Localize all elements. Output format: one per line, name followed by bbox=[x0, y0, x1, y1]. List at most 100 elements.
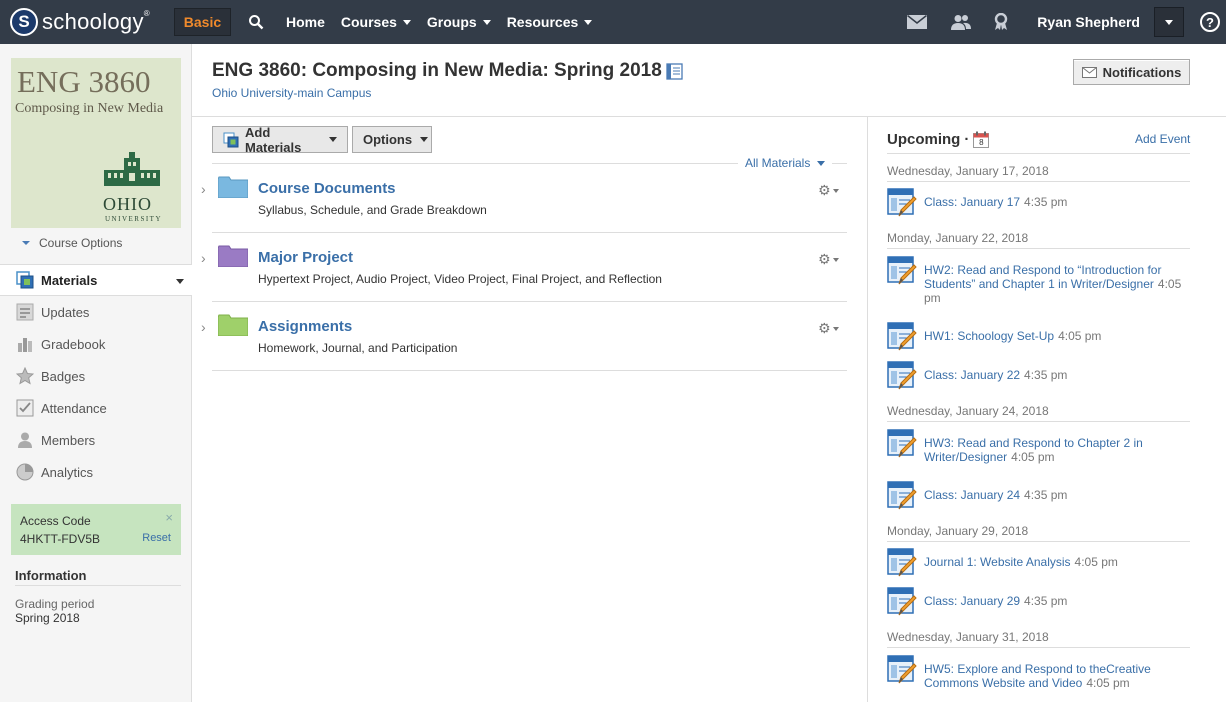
nav-resources-label: Resources bbox=[506, 14, 579, 30]
upcoming-event-time: 4:35 pm bbox=[1024, 488, 1068, 502]
upcoming-event-time: 4:05 pm bbox=[1058, 329, 1102, 343]
sidebar-item-analytics[interactable]: Analytics bbox=[0, 456, 192, 488]
chevron-right-icon[interactable]: › bbox=[201, 181, 206, 197]
upcoming-event-text: HW1: Schoology Set-Up 4:05 pm bbox=[924, 329, 1190, 343]
upcoming-event-title[interactable]: HW2: Read and Respond to “Introduction f… bbox=[924, 263, 1161, 291]
options-label: Options bbox=[363, 132, 413, 147]
add-materials-button[interactable]: Add Materials bbox=[212, 124, 348, 155]
notifications-ribbon-icon[interactable] bbox=[993, 12, 1009, 31]
nav-home[interactable]: Home bbox=[286, 14, 325, 30]
chevron-down-icon bbox=[584, 19, 593, 25]
upcoming-event-title[interactable]: HW1: Schoology Set-Up bbox=[924, 329, 1054, 343]
sidebar-item-gradebook[interactable]: Gradebook bbox=[0, 328, 192, 360]
header-divider bbox=[192, 116, 1226, 117]
assignment-icon bbox=[887, 548, 917, 581]
folder-title[interactable]: Course Documents bbox=[258, 180, 396, 197]
gear-icon[interactable]: ⚙ bbox=[818, 320, 839, 337]
sidebar-item-members[interactable]: Members bbox=[0, 424, 192, 456]
sidebar-item-label: Members bbox=[41, 432, 96, 448]
user-menu-dropdown[interactable] bbox=[1154, 7, 1184, 37]
sidebar-item-label: Analytics bbox=[41, 464, 94, 480]
course-options-toggle[interactable]: Course Options bbox=[22, 236, 122, 250]
upcoming-event-title[interactable]: Class: January 22 bbox=[924, 368, 1020, 382]
updates-icon bbox=[15, 303, 35, 321]
folder-title[interactable]: Assignments bbox=[258, 318, 352, 335]
sidebar-item-materials[interactable]: Materials bbox=[0, 264, 192, 296]
upcoming-event-text: HW5: Explore and Respond to theCreative … bbox=[924, 662, 1190, 690]
assignment-icon bbox=[887, 188, 917, 221]
access-code-reset-link[interactable]: Reset bbox=[142, 532, 171, 544]
assignment-icon bbox=[887, 361, 917, 394]
close-icon[interactable]: × bbox=[165, 510, 173, 525]
upcoming-event-title[interactable]: Journal 1: Website Analysis bbox=[924, 555, 1071, 569]
upcoming-event-text: HW3: Read and Respond to Chapter 2 in Wr… bbox=[924, 436, 1190, 464]
add-event-link[interactable]: Add Event bbox=[1135, 132, 1190, 146]
campus-link[interactable]: Ohio University-main Campus bbox=[212, 86, 371, 100]
seal-year: 1804 bbox=[126, 187, 138, 192]
assignment-icon bbox=[887, 655, 917, 688]
nav-groups[interactable]: Groups bbox=[427, 14, 491, 30]
upcoming-event-title[interactable]: Class: January 17 bbox=[924, 195, 1020, 209]
nav-courses[interactable]: Courses bbox=[341, 14, 411, 30]
options-button[interactable]: Options bbox=[352, 126, 432, 153]
gear-icon[interactable]: ⚙ bbox=[818, 182, 839, 199]
folder-row[interactable]: › Course Documents Syllabus, Schedule, a… bbox=[201, 164, 847, 233]
sidebar-item-label: Gradebook bbox=[41, 336, 106, 352]
calendar-icon[interactable]: 8 bbox=[973, 131, 990, 148]
upcoming-heading: Upcoming · 8 bbox=[887, 131, 990, 148]
chevron-down-icon bbox=[176, 279, 184, 284]
logo-trademark: ® bbox=[143, 9, 150, 18]
sidebar-item-updates[interactable]: Updates bbox=[0, 296, 192, 328]
logo-text: schoology® bbox=[42, 9, 150, 35]
grading-period-label: Grading period bbox=[15, 597, 95, 611]
course-info-icon[interactable] bbox=[666, 62, 683, 80]
search-icon[interactable] bbox=[248, 14, 264, 30]
nav-resources[interactable]: Resources bbox=[507, 14, 593, 30]
course-menu: Materials Updates Gradebook Badges Atten… bbox=[0, 264, 192, 488]
page-title-text: ENG 3860: Composing in New Media: Spring… bbox=[212, 60, 662, 81]
chevron-down-icon bbox=[420, 137, 429, 142]
chevron-down-icon bbox=[482, 19, 491, 25]
gear-icon[interactable]: ⚙ bbox=[818, 251, 839, 268]
analytics-icon bbox=[15, 463, 35, 481]
nav-home-label: Home bbox=[285, 14, 325, 30]
chevron-right-icon[interactable]: › bbox=[201, 250, 206, 266]
help-icon[interactable]: ? bbox=[1200, 12, 1220, 32]
upcoming-event-text: Journal 1: Website Analysis 4:05 pm bbox=[924, 555, 1190, 569]
upcoming-event-time: 4:05 pm bbox=[1011, 450, 1055, 464]
sidebar-item-label: Materials bbox=[41, 272, 98, 288]
chevron-right-icon[interactable]: › bbox=[201, 319, 206, 335]
folder-description: Hypertext Project, Audio Project, Video … bbox=[258, 272, 662, 286]
messages-icon[interactable] bbox=[907, 14, 928, 29]
assignment-icon bbox=[887, 256, 917, 289]
upcoming-event-time: 4:35 pm bbox=[1024, 594, 1068, 608]
materials-icon bbox=[15, 271, 35, 289]
folder-row[interactable]: › Assignments Homework, Journal, and Par… bbox=[201, 302, 847, 371]
folder-row[interactable]: › Major Project Hypertext Project, Audio… bbox=[201, 233, 847, 302]
add-materials-label: Add Materials bbox=[245, 124, 302, 155]
logo-wordmark: schoology bbox=[42, 9, 144, 34]
sidebar-item-label: Attendance bbox=[41, 400, 107, 416]
upcoming-event-title[interactable]: Class: January 29 bbox=[924, 594, 1020, 608]
course-image-university: UNIVERSITY bbox=[105, 215, 162, 223]
course-image-ohio: OHIO bbox=[103, 194, 152, 214]
chevron-down-icon bbox=[329, 137, 337, 142]
basic-button[interactable]: Basic bbox=[173, 8, 231, 36]
sidebar-item-badges[interactable]: Badges bbox=[0, 360, 192, 392]
chevron-down-icon bbox=[832, 257, 839, 262]
upcoming-divider bbox=[887, 153, 1190, 154]
schoology-logo[interactable]: S schoology® bbox=[10, 8, 150, 36]
access-code-box: Access Code 4HKTT-FDV5B × Reset bbox=[11, 504, 181, 555]
notifications-button[interactable]: Notifications bbox=[1073, 59, 1190, 85]
chevron-down-icon bbox=[1165, 19, 1173, 25]
nav-courses-label: Courses bbox=[340, 14, 397, 30]
folder-title[interactable]: Major Project bbox=[258, 249, 353, 266]
upcoming-event-title[interactable]: Class: January 24 bbox=[924, 488, 1020, 502]
logo-mark: S bbox=[10, 8, 38, 36]
user-name[interactable]: Ryan Shepherd bbox=[1037, 14, 1140, 30]
folder-icon bbox=[217, 314, 249, 339]
connections-icon[interactable] bbox=[951, 14, 972, 30]
top-navigation-bar: S schoology® Basic Home Courses Groups R… bbox=[0, 0, 1226, 44]
sidebar-item-attendance[interactable]: Attendance bbox=[0, 392, 192, 424]
folder-description: Homework, Journal, and Participation bbox=[258, 341, 458, 355]
